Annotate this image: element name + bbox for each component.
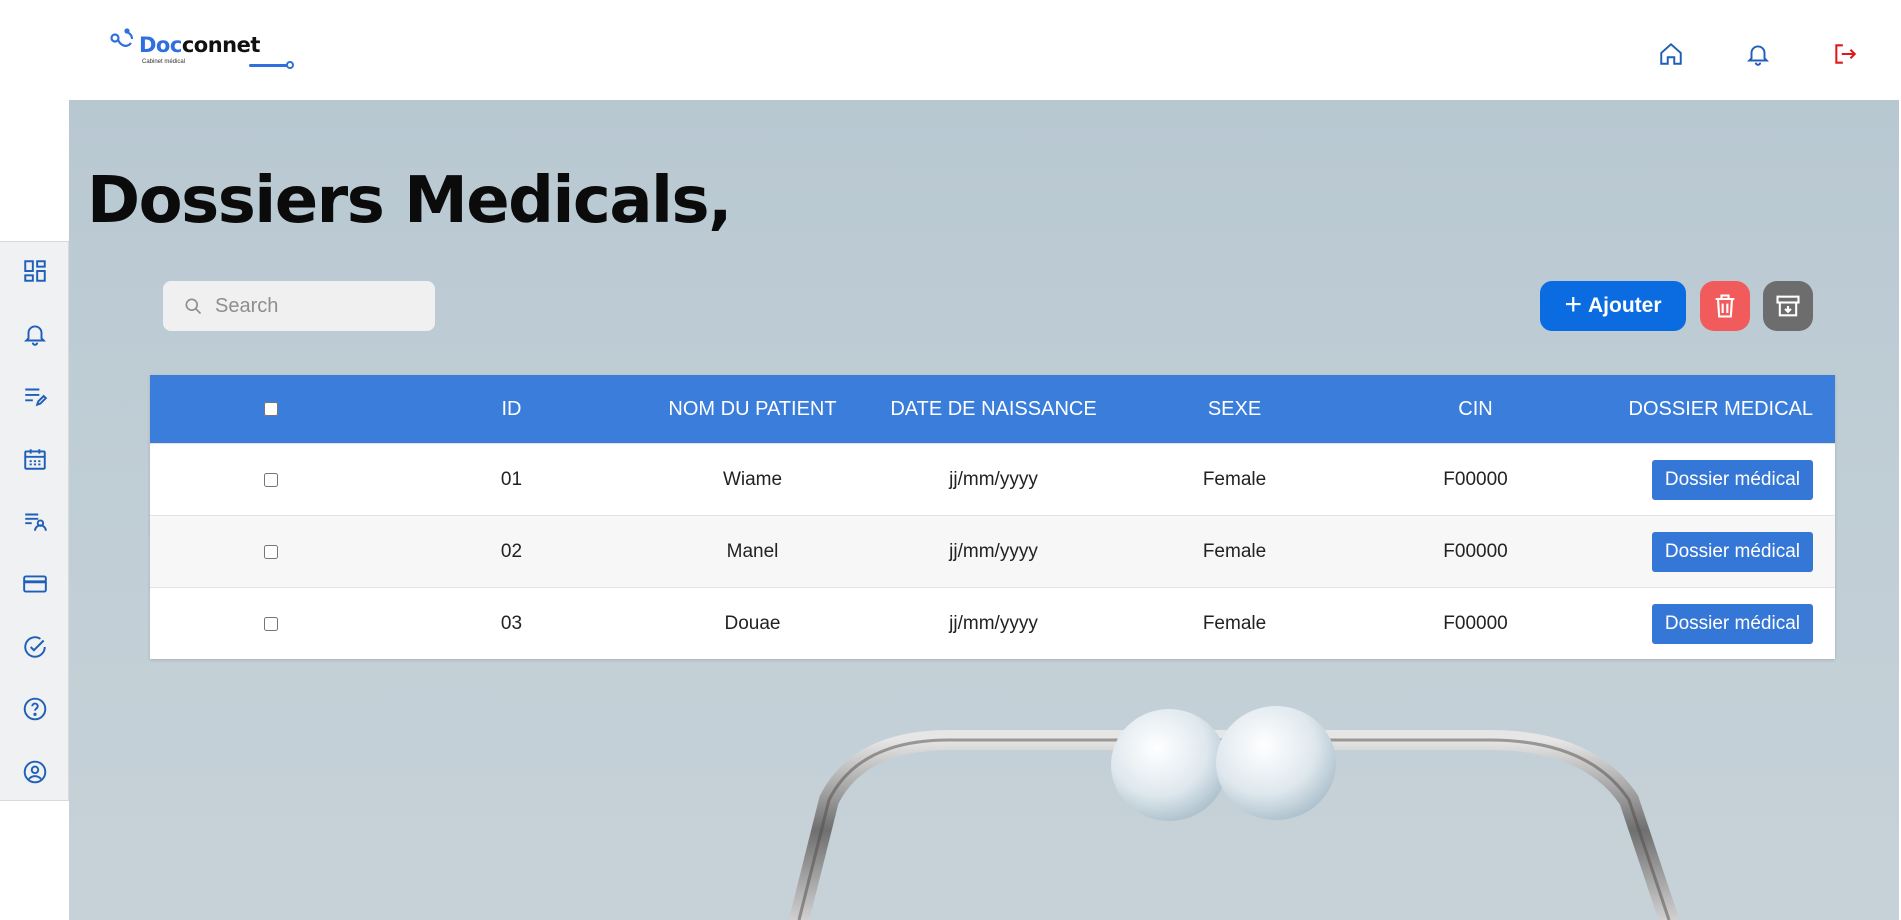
delete-button[interactable] [1700, 281, 1750, 331]
brand-underline [249, 64, 289, 67]
logout-icon [1835, 44, 1857, 64]
table-header: ID NOM DU PATIENT DATE DE NAISSANCE SEXE… [150, 375, 1835, 443]
row-select-cell [150, 616, 391, 631]
table-row: 01 Wiame jj/mm/yyyy Female F00000 Dossie… [150, 443, 1835, 515]
medical-record-button[interactable]: Dossier médical [1651, 531, 1813, 572]
cell-id: 02 [500, 540, 523, 562]
cell-name: Douae [724, 612, 781, 634]
brand-logo[interactable]: Docconnet Cabinet médical [109, 28, 294, 76]
cell-birthdate: jj/mm/yyyy [949, 612, 1038, 634]
column-header-record[interactable]: DOSSIER MEDICAL [1596, 398, 1835, 421]
top-header: Docconnet Cabinet médical [69, 0, 1901, 100]
column-header-birthdate[interactable]: DATE DE NAISSANCE [873, 398, 1114, 421]
column-header-id[interactable]: ID [391, 398, 632, 421]
cell-sex: Female [1202, 468, 1267, 490]
brand-name: Docconnet [139, 33, 260, 57]
brand-subtitle: Cabinet médical [142, 59, 186, 65]
column-header-name[interactable]: NOM DU PATIENT [632, 398, 873, 421]
sidebar-item-edit[interactable] [18, 379, 52, 413]
row-checkbox[interactable] [263, 616, 278, 631]
credit-card-icon [23, 575, 47, 593]
cell-id: 01 [500, 468, 523, 490]
plus-icon: + [1564, 287, 1583, 321]
user-circle-icon [23, 760, 47, 784]
main-content: Dossiers Medicals, + Ajouter ID NOM DU P… [69, 100, 1901, 920]
cell-record: Dossier médical [1596, 531, 1835, 572]
cell-name: Wiame [722, 468, 783, 490]
row-checkbox[interactable] [263, 472, 278, 487]
sidebar-nav [0, 241, 69, 801]
stethoscope-logo-icon [110, 28, 134, 47]
cell-cin: F00000 [1443, 612, 1508, 634]
sidebar [0, 0, 69, 920]
cell-cin: F00000 [1443, 468, 1508, 490]
cell-name: Manel [726, 540, 779, 562]
search-icon [185, 298, 202, 315]
cell-birthdate: jj/mm/yyyy [949, 540, 1038, 562]
notifications-button[interactable] [1744, 40, 1772, 68]
dashboard-icon [24, 260, 46, 282]
table-row: 02 Manel jj/mm/yyyy Female F00000 Dossie… [150, 515, 1835, 587]
sidebar-item-dashboard[interactable] [18, 254, 52, 288]
trash-icon [1715, 294, 1735, 318]
home-icon [1660, 42, 1682, 65]
cell-birthdate: jj/mm/yyyy [949, 468, 1038, 490]
row-select-cell [150, 472, 391, 487]
archive-button[interactable] [1763, 281, 1813, 331]
bell-icon [23, 325, 47, 346]
logout-button[interactable] [1831, 40, 1859, 68]
calendar-icon [24, 449, 46, 470]
add-button[interactable]: + Ajouter [1540, 281, 1686, 331]
cell-sex: Female [1202, 612, 1267, 634]
sidebar-item-patients[interactable] [18, 504, 52, 538]
select-all-checkbox[interactable] [263, 402, 278, 416]
bell-icon [1746, 45, 1770, 66]
cell-cin: F00000 [1443, 540, 1508, 562]
sidebar-item-notifications[interactable] [18, 317, 52, 351]
check-circle-icon [24, 636, 46, 658]
patient-list-icon [25, 513, 47, 531]
table-row: 03 Douae jj/mm/yyyy Female F00000 Dossie… [150, 587, 1835, 659]
add-button-label: Ajouter [1588, 294, 1662, 317]
select-all-cell [150, 402, 391, 416]
home-button[interactable] [1657, 40, 1685, 68]
brand-dot [286, 61, 294, 69]
sidebar-item-payments[interactable] [18, 567, 52, 601]
cell-record: Dossier médical [1596, 459, 1835, 500]
search-input[interactable] [215, 294, 415, 318]
row-checkbox[interactable] [263, 544, 278, 559]
help-icon [23, 697, 47, 721]
page-title: Dossiers Medicals, [87, 164, 732, 238]
row-select-cell [150, 544, 391, 559]
column-header-cin[interactable]: CIN [1355, 398, 1596, 421]
sidebar-item-profile[interactable] [18, 755, 52, 789]
medical-record-button[interactable]: Dossier médical [1651, 459, 1813, 500]
medical-records-table: ID NOM DU PATIENT DATE DE NAISSANCE SEXE… [150, 375, 1835, 659]
archive-icon [1776, 295, 1800, 317]
sidebar-item-help[interactable] [18, 692, 52, 726]
sidebar-item-calendar[interactable] [18, 442, 52, 476]
medical-record-button[interactable]: Dossier médical [1651, 603, 1813, 644]
sidebar-item-tasks[interactable] [18, 630, 52, 664]
cell-sex: Female [1202, 540, 1267, 562]
search-bar[interactable] [163, 281, 435, 331]
column-header-sex[interactable]: SEXE [1114, 398, 1355, 421]
edit-list-icon [25, 388, 48, 407]
cell-record: Dossier médical [1596, 603, 1835, 644]
cell-id: 03 [500, 612, 523, 634]
